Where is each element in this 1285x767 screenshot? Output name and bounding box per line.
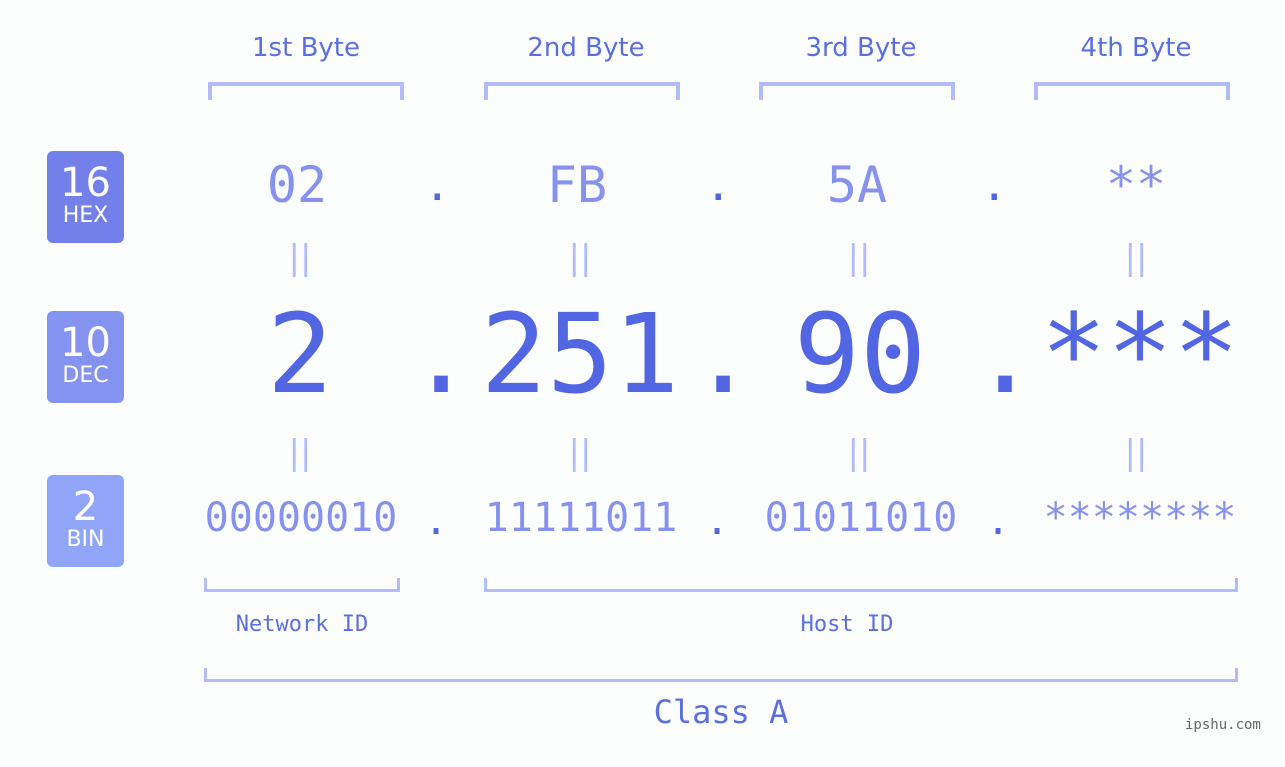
byte-label-4: 4th Byte [1080,33,1192,63]
network-id-label: Network ID [235,612,369,637]
byte-label-2: 2nd Byte [527,33,645,63]
equals-sign: || [568,433,592,473]
class-bracket [204,668,1238,682]
hex-separator-1: . [424,160,451,211]
equals-sign: || [288,238,312,278]
equals-sign: || [1124,238,1148,278]
hex-byte-1: 02 [266,156,328,214]
hex-separator-3: . [981,160,1008,211]
dec-badge-number: 10 [60,320,111,366]
equals-sign: || [1124,433,1148,473]
bin-byte-1: 00000010 [204,495,398,541]
bin-separator-3: . [986,498,1011,544]
equals-sign: || [847,238,871,278]
equals-sign: || [288,433,312,473]
bin-separator-1: . [424,498,449,544]
dec-separator-1: . [408,290,475,418]
byte-label-1: 1st Byte [252,33,360,63]
equals-sign: || [847,433,871,473]
bin-separator-2: . [705,498,730,544]
bin-byte-4: ******** [1043,495,1237,541]
hex-byte-2: FB [546,156,608,214]
hex-badge-label: HEX [62,203,109,228]
watermark: ipshu.com [1185,717,1261,733]
hex-badge: 16 HEX [47,151,124,243]
dec-separator-2: . [690,290,757,418]
bin-badge-number: 2 [72,484,99,530]
dec-byte-2: 251 [480,290,680,418]
host-id-bracket [484,578,1238,592]
byte-bracket-4 [1034,82,1230,100]
bin-badge: 2 BIN [47,475,124,567]
bin-byte-2: 11111011 [484,495,678,541]
bin-badge-label: BIN [66,527,105,552]
dec-byte-1: 2 [266,290,334,418]
dec-byte-4: *** [1040,290,1240,418]
network-id-bracket [204,578,400,592]
hex-byte-4: ** [1105,156,1167,214]
byte-bracket-2 [484,82,680,100]
hex-separator-2: . [705,160,732,211]
hex-badge-number: 16 [60,160,111,206]
equals-sign: || [568,238,592,278]
dec-byte-3: 90 [793,290,927,418]
host-id-label: Host ID [800,612,894,637]
byte-bracket-1 [208,82,404,100]
dec-badge: 10 DEC [47,311,124,403]
dec-badge-label: DEC [62,363,109,388]
class-label: Class A [653,693,789,731]
byte-bracket-3 [759,82,955,100]
bin-byte-3: 01011010 [764,495,958,541]
dec-separator-3: . [972,290,1039,418]
byte-label-3: 3rd Byte [805,33,917,63]
hex-byte-3: 5A [826,156,888,214]
